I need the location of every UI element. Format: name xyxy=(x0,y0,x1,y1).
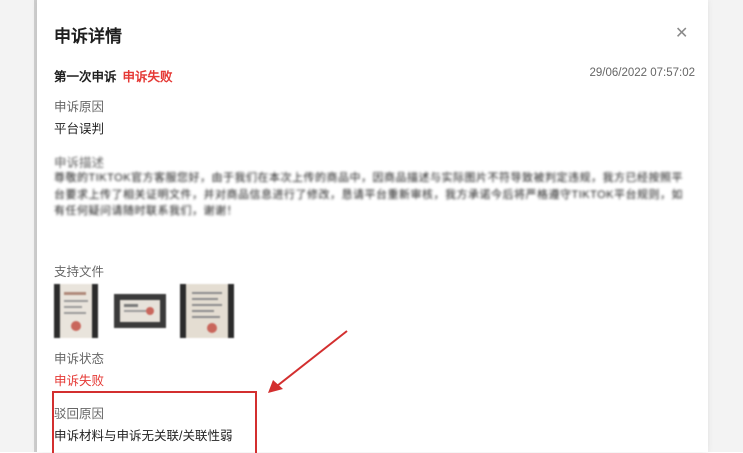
annotation-arrow-icon xyxy=(268,330,348,393)
